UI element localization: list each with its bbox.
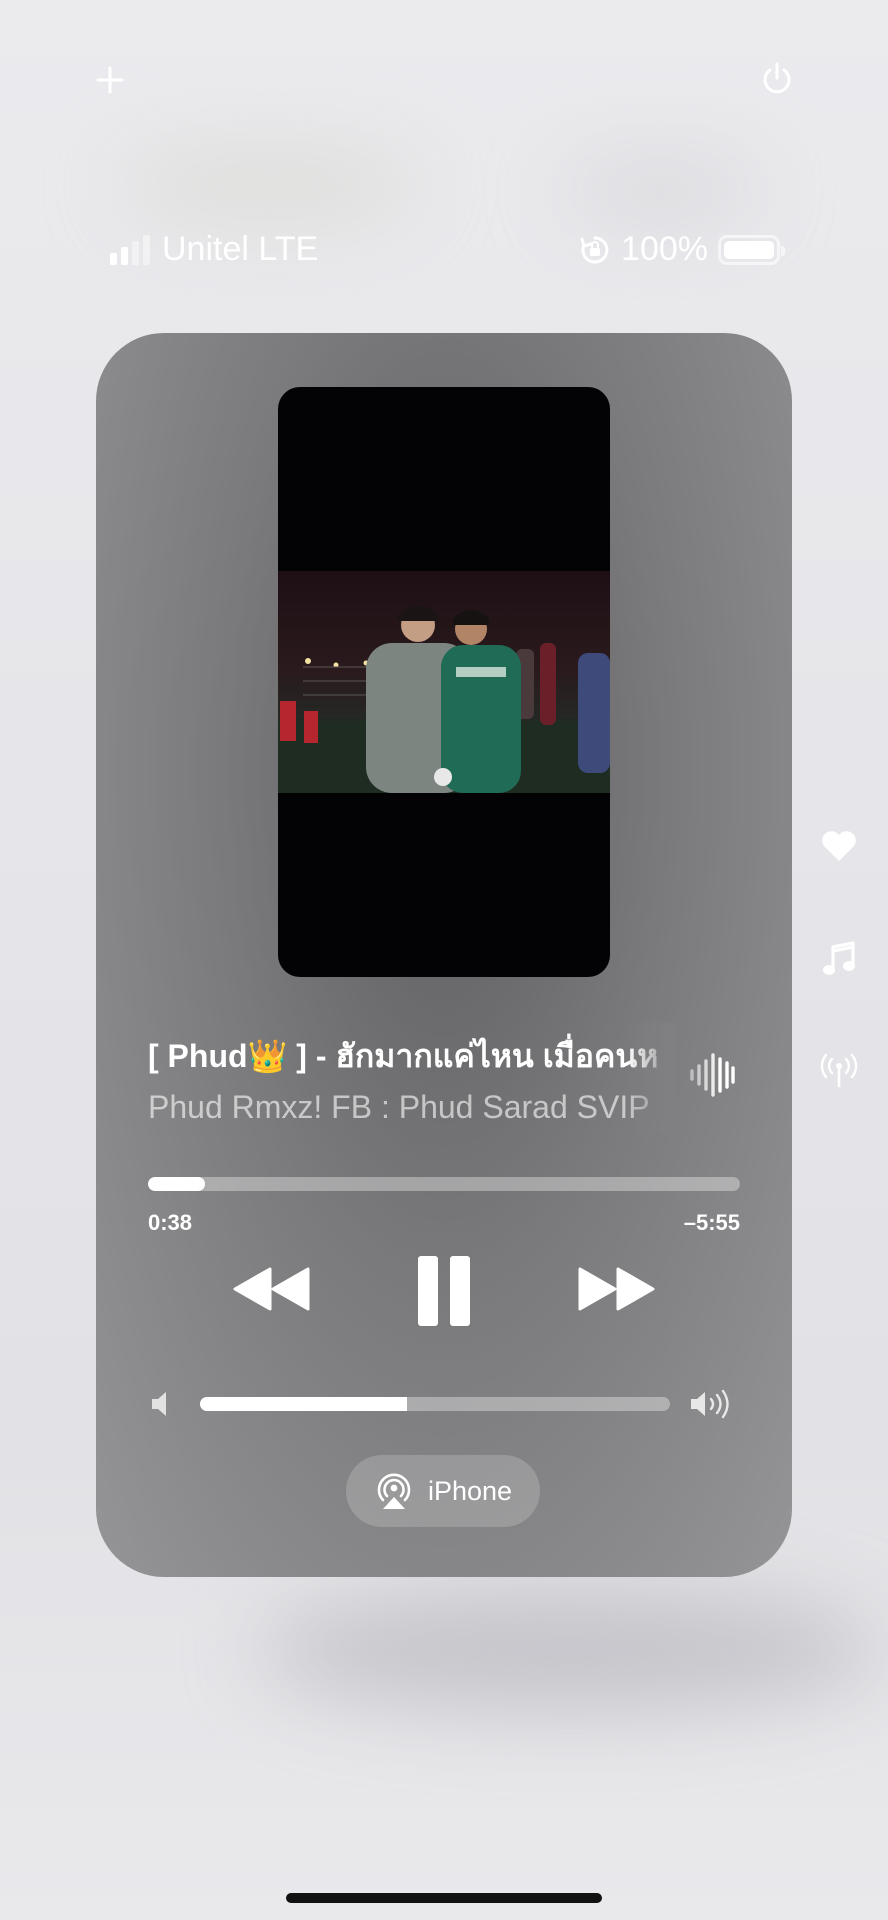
background-blur-right	[560, 160, 760, 220]
audio-output-button[interactable]: iPhone	[346, 1455, 540, 1527]
antenna-icon	[820, 1054, 858, 1088]
battery-info: 100%	[579, 230, 785, 269]
volume-max-icon-wrapper	[688, 1385, 734, 1423]
song-artist: Phud Rmxz! FB : Phud Sarad SVIP	[148, 1089, 650, 1125]
fast-forward-button[interactable]	[572, 1257, 660, 1321]
song-title: [ Phud👑 ] - ฮักมากแค่ไหน เมื่อคนห	[148, 1038, 659, 1074]
plus-icon	[96, 66, 124, 94]
text-fade-overlay	[626, 1023, 676, 1133]
rewind-icon	[233, 1267, 310, 1311]
rewind-button[interactable]	[228, 1257, 316, 1321]
volume-fill	[200, 1397, 407, 1411]
artwork-photo	[278, 571, 610, 793]
power-button[interactable]	[752, 54, 802, 104]
pause-icon	[418, 1256, 470, 1326]
heart-icon	[822, 831, 856, 861]
background-blur-top	[120, 150, 420, 220]
rotation-lock-icon	[580, 236, 609, 263]
home-indicator[interactable]	[286, 1893, 602, 1903]
album-artwork[interactable]	[278, 387, 610, 977]
battery-icon	[718, 234, 785, 265]
waveform-button[interactable]	[682, 1047, 742, 1103]
airplay-audio-icon	[377, 1473, 411, 1509]
audio-output-label: iPhone	[427, 1475, 513, 1506]
elapsed-time: 0:38	[148, 1210, 193, 1235]
broadcast-button[interactable]	[816, 1050, 862, 1092]
speaker-high-icon	[691, 1389, 729, 1419]
volume-min-icon-wrapper	[146, 1387, 176, 1421]
playback-progress-slider[interactable]	[148, 1177, 740, 1191]
signal-strength-icon	[110, 234, 150, 265]
music-button[interactable]	[818, 938, 860, 982]
playback-progress-fill	[148, 1177, 206, 1191]
waveform-icon	[690, 1053, 735, 1097]
power-icon	[763, 62, 791, 94]
carrier-label: Unitel LTE	[162, 230, 319, 268]
battery-percent: 100%	[621, 230, 708, 268]
add-button[interactable]	[86, 56, 134, 104]
music-note-icon	[823, 941, 855, 975]
speaker-low-icon	[152, 1392, 166, 1416]
remaining-time: –5:55	[683, 1210, 740, 1235]
status-bar: Unitel LTE 100%	[0, 222, 888, 278]
background-blur-bottom	[260, 1590, 880, 1710]
carrier-info: Unitel LTE	[110, 230, 318, 269]
fast-forward-icon	[578, 1267, 655, 1311]
pause-button[interactable]	[408, 1251, 480, 1331]
now-playing-card[interactable]: [ Phud👑 ] - ฮักมากแค่ไหน เมื่อคนห Phud R…	[96, 333, 792, 1577]
favorites-button[interactable]	[816, 826, 862, 866]
volume-slider[interactable]	[200, 1397, 670, 1411]
